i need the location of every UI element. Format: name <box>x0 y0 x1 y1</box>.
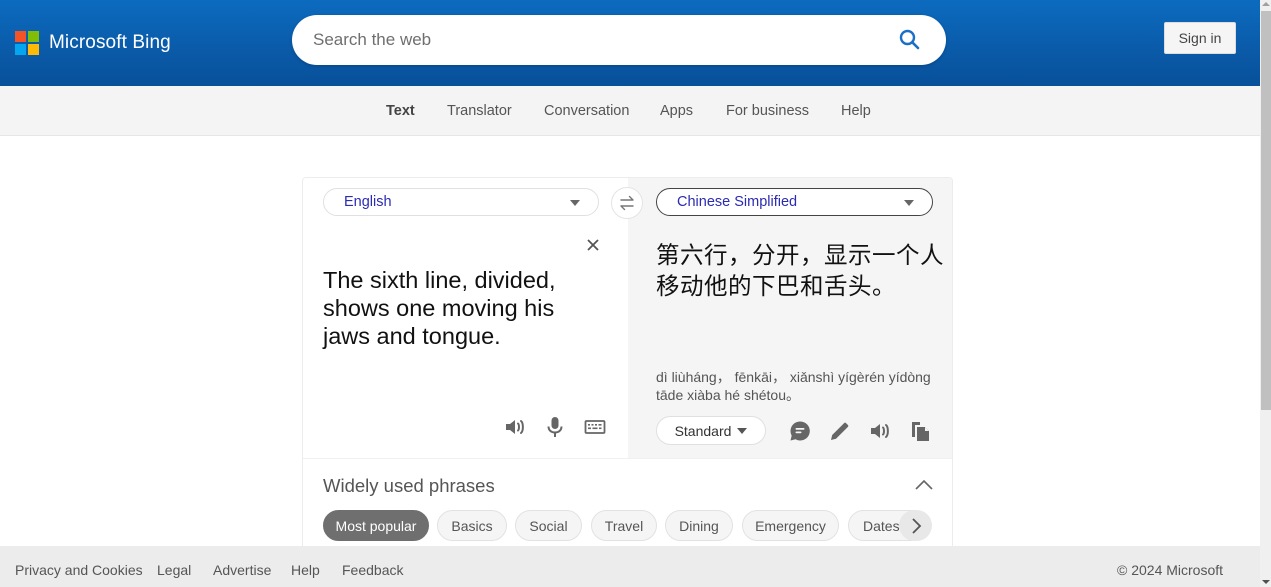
phrase-chip-basics[interactable]: Basics <box>437 510 507 541</box>
copy-button[interactable] <box>908 419 932 443</box>
source-keyboard-button[interactable] <box>583 415 607 439</box>
caret-down-icon <box>570 200 580 206</box>
footer-link-legal[interactable]: Legal <box>157 562 191 578</box>
target-language-label: Chinese Simplified <box>677 194 798 210</box>
source-listen-button[interactable] <box>503 415 527 439</box>
feedback-button[interactable] <box>788 419 812 443</box>
footer-link-help[interactable]: Help <box>291 562 320 578</box>
header-bar: Microsoft Bing Sign in <box>0 0 1260 86</box>
nav-tab-for-business[interactable]: For business <box>726 103 809 119</box>
nav-tab-text[interactable]: Text <box>386 103 415 119</box>
search-button[interactable] <box>898 28 922 52</box>
phrase-chip-travel[interactable]: Travel <box>591 510 657 541</box>
scroll-down-arrow-icon[interactable] <box>1262 580 1270 584</box>
target-listen-button[interactable] <box>868 419 892 443</box>
translator-nav: Text Translator Conversation Apps For bu… <box>0 86 1260 136</box>
swap-languages-button[interactable] <box>611 187 643 219</box>
caret-down-icon <box>737 427 748 434</box>
next-phrases-button[interactable] <box>899 510 932 541</box>
phrase-chip-most-popular[interactable]: Most popular <box>323 510 429 541</box>
edit-button[interactable] <box>828 419 852 443</box>
chat-bubble-icon <box>790 421 810 441</box>
phrases-title: Widely used phrases <box>323 475 495 496</box>
target-language-select[interactable]: Chinese Simplified <box>656 188 933 216</box>
footer-link-feedback[interactable]: Feedback <box>342 562 403 578</box>
tone-select[interactable]: Standard <box>656 416 766 445</box>
clear-text-button[interactable] <box>585 237 601 253</box>
footer-link-privacy[interactable]: Privacy and Cookies <box>15 562 143 578</box>
keyboard-icon <box>584 420 606 434</box>
source-pane: English The sixth line, divided, shows o… <box>303 178 628 458</box>
tone-label: Standard <box>674 422 732 439</box>
chevron-right-icon <box>911 517 921 534</box>
target-pane: Chinese Simplified 第六行，分开，显示一个人移动他的下巴和舌头… <box>628 178 952 458</box>
nav-tab-conversation[interactable]: Conversation <box>544 103 629 119</box>
footer-link-advertise[interactable]: Advertise <box>213 562 271 578</box>
phrase-chip-emergency[interactable]: Emergency <box>742 510 839 541</box>
bing-logo[interactable]: Microsoft Bing <box>15 31 171 55</box>
speaker-icon <box>506 420 524 434</box>
search-input[interactable] <box>313 30 873 50</box>
scroll-up-arrow-icon[interactable] <box>1262 2 1270 6</box>
translator-card: English The sixth line, divided, shows o… <box>302 177 953 557</box>
scrollbar-thumb[interactable] <box>1261 11 1271 410</box>
speaker-icon <box>871 424 889 438</box>
source-microphone-button[interactable] <box>543 415 567 439</box>
caret-down-icon <box>904 200 914 206</box>
translated-text: 第六行，分开，显示一个人移动他的下巴和舌头。 <box>656 241 944 300</box>
source-language-select[interactable]: English <box>323 188 599 216</box>
source-text-input[interactable]: The sixth line, divided, shows one movin… <box>323 266 603 350</box>
nav-tab-translator[interactable]: Translator <box>447 103 512 119</box>
brand-name: Microsoft Bing <box>49 32 171 53</box>
microphone-icon <box>547 417 563 437</box>
sign-in-button[interactable]: Sign in <box>1164 22 1236 54</box>
pencil-icon <box>831 422 849 440</box>
microsoft-logo-icon <box>15 31 39 55</box>
widely-used-phrases-section: Widely used phrases Most popular Basics … <box>303 458 952 556</box>
swap-arrows-icon <box>620 195 634 211</box>
source-language-label: English <box>344 194 392 210</box>
phrase-chip-social[interactable]: Social <box>515 510 582 541</box>
phrase-chip-dining[interactable]: Dining <box>665 510 733 541</box>
collapse-phrases-button[interactable] <box>914 477 934 493</box>
close-icon <box>587 239 599 251</box>
copyright-text: © 2024 Microsoft <box>1117 562 1224 578</box>
footer: Privacy and Cookies Legal Advertise Help… <box>0 546 1260 587</box>
vertical-scrollbar[interactable] <box>1260 0 1271 587</box>
nav-tab-help[interactable]: Help <box>841 103 871 119</box>
search-icon <box>899 29 920 50</box>
transliteration-text: dì liùháng， fēnkāi， xiǎnshì yígèrén yídò… <box>656 369 931 403</box>
search-box <box>292 15 946 65</box>
copy-icon <box>912 422 929 441</box>
chevron-up-icon <box>915 479 933 490</box>
nav-tab-apps[interactable]: Apps <box>660 103 693 119</box>
